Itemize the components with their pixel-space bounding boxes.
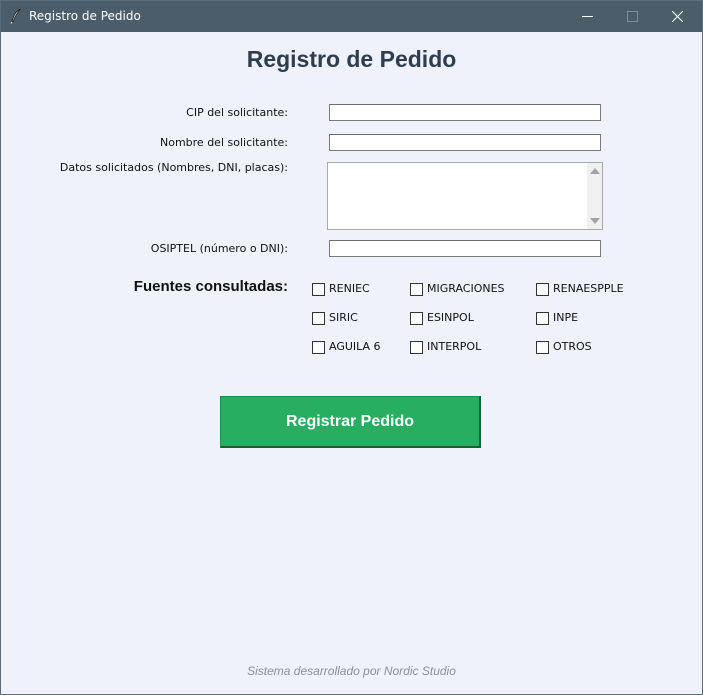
checkbox-label: RENIEC [329,282,370,295]
maximize-button[interactable] [610,1,655,32]
datos-textarea-box [327,162,603,230]
nombre-input[interactable] [329,134,601,151]
window-title: Registro de Pedido [29,9,141,23]
nombre-label: Nombre del solicitante: [160,136,288,149]
close-button[interactable] [655,1,700,32]
close-icon [672,11,683,22]
minimize-button[interactable] [565,1,610,32]
checkbox-label: OTROS [553,340,592,353]
checkbox-square[interactable] [410,312,423,325]
checkbox-square[interactable] [312,312,325,325]
datos-scrollbar[interactable] [587,163,602,229]
checkbox-label: SIRIC [329,311,358,324]
scroll-up-icon[interactable] [590,168,600,174]
checkbox-label: ESINPOL [427,311,474,324]
checkbox-label: INTERPOL [427,340,482,353]
osiptel-input[interactable] [329,240,601,257]
feather-icon [10,8,22,24]
checkbox-label: INPE [553,311,579,324]
datos-textarea[interactable] [328,163,587,229]
checkbox-square[interactable] [536,341,549,354]
checkbox-square[interactable] [536,312,549,325]
app-window: Registro de Pedido Registro de Pedido CI… [0,0,703,695]
cip-input[interactable] [329,104,601,121]
checkbox-label: MIGRACIONES [427,282,505,295]
checkbox-label: AGUILA 6 [329,340,381,353]
fuentes-label: Fuentes consultadas: [133,278,288,295]
checkbox-square[interactable] [410,283,423,296]
registrar-pedido-button[interactable]: Registrar Pedido [220,396,481,448]
maximize-icon [627,11,638,22]
checkbox-square[interactable] [410,341,423,354]
footer-credit: Sistema desarrollado por Nordic Studio [247,664,456,678]
checkbox-label: RENAESPPLE [553,282,624,295]
datos-label: Datos solicitados (Nombres, DNI, placas)… [59,161,288,174]
checkbox-square[interactable] [536,283,549,296]
cip-label: CIP del solicitante: [186,106,288,119]
checkbox-square[interactable] [312,341,325,354]
form-heading: Registro de Pedido [246,46,457,72]
minimize-icon [582,16,593,17]
checkbox-square[interactable] [312,283,325,296]
title-bar[interactable]: Registro de Pedido [1,1,702,32]
scroll-down-icon[interactable] [590,218,600,224]
osiptel-label: OSIPTEL (número o DNI): [150,242,288,255]
